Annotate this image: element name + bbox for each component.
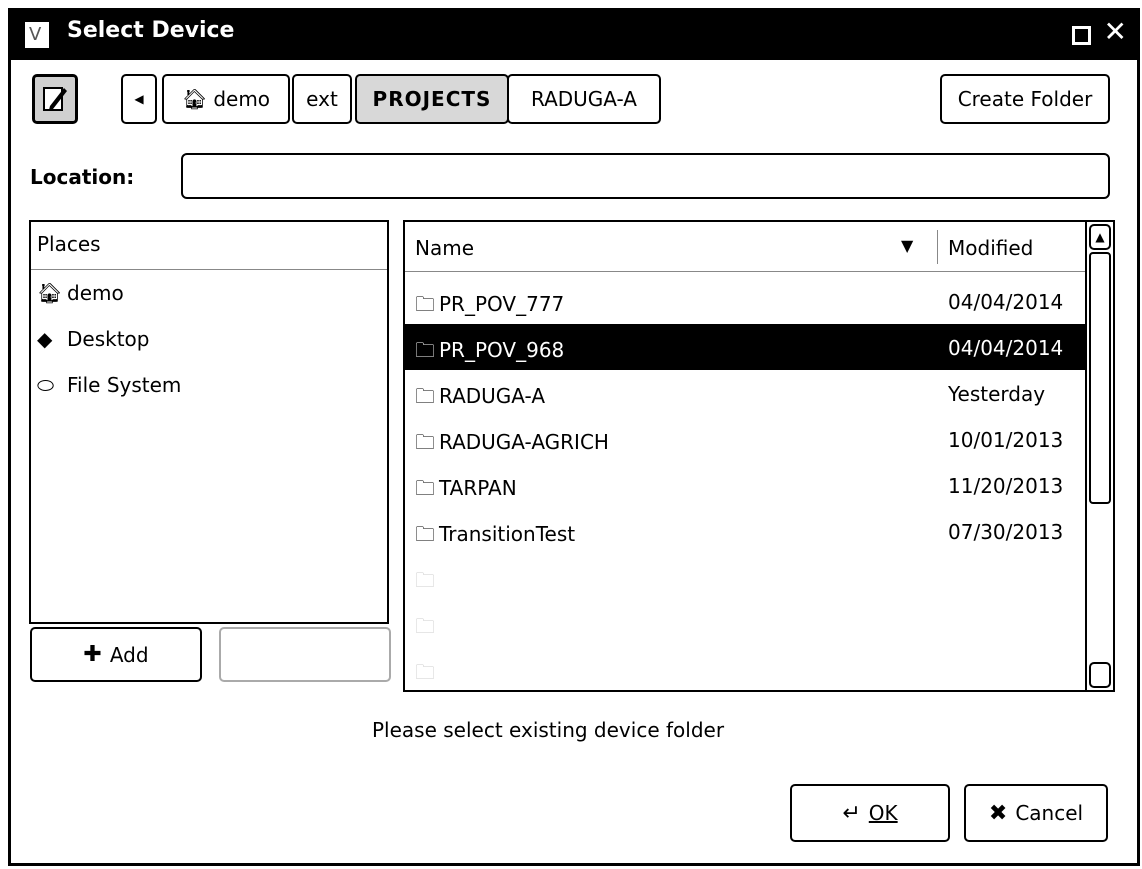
file-modified: 11/20/2013: [948, 474, 1064, 498]
ok-arrow-icon: ↵: [842, 800, 861, 826]
file-row[interactable]: 🗀 RADUGA-A Yesterday: [405, 370, 1085, 416]
places-item-label: demo: [67, 281, 124, 305]
file-name: PR_POV_968: [439, 338, 565, 362]
file-modified: 07/30/2013: [948, 520, 1064, 544]
folder-icon: 🗀: [415, 568, 435, 592]
places-item-label: File System: [67, 373, 182, 397]
file-name: RADUGA-A: [439, 384, 546, 408]
folder-icon: 🗀: [415, 522, 435, 546]
places-panel: Places 🏠︎ demo ◆ Desktop ⬭ File System: [29, 220, 389, 624]
modified-column-header[interactable]: Modified: [948, 236, 1033, 260]
scroll-up-icon[interactable]: ▲: [1089, 224, 1111, 250]
edit-icon: [43, 87, 67, 111]
crumb-label: ext: [306, 87, 338, 111]
crumb-ext[interactable]: ext: [292, 74, 352, 124]
crumb-demo[interactable]: 🏠︎ demo: [162, 74, 290, 124]
file-modified: Yesterday: [948, 382, 1046, 406]
scroll-down-icon[interactable]: [1089, 662, 1111, 688]
places-item-demo[interactable]: 🏠︎ demo: [31, 270, 387, 316]
file-row[interactable]: 🗀 RADUGA-AGRICH 10/01/2013: [405, 416, 1085, 462]
column-separator: [937, 230, 938, 264]
file-row[interactable]: 🗀 TransitionTest 07/30/2013: [405, 508, 1085, 554]
title-bar: V Select Device ✕: [11, 8, 1137, 60]
crumb-label: PROJECTS: [372, 87, 492, 111]
home-icon: 🏠︎: [37, 281, 63, 305]
places-header: Places: [31, 222, 387, 270]
crumb-projects[interactable]: PROJECTS: [355, 74, 509, 124]
location-input[interactable]: [181, 153, 1110, 199]
ok-label: OK: [868, 801, 898, 825]
places-item-label: Desktop: [67, 327, 150, 351]
file-row[interactable]: 🗀 TARPAN 11/20/2013: [405, 462, 1085, 508]
folder-icon: 🗀: [415, 660, 435, 684]
folder-icon: 🗀: [415, 476, 435, 500]
file-modified: 04/04/2014: [948, 336, 1064, 360]
window-title: Select Device: [67, 18, 235, 43]
file-row-selected[interactable]: 🗀 PR_POV_968 04/04/2014: [405, 324, 1085, 370]
crumb-label: RADUGA-A: [530, 87, 637, 111]
cancel-label: Cancel: [1015, 801, 1084, 825]
plus-icon: ✚: [83, 642, 102, 667]
close-icon[interactable]: ✕: [1104, 16, 1127, 48]
file-name: RADUGA-AGRICH: [439, 430, 609, 454]
folder-icon: 🗀: [415, 614, 435, 638]
folder-icon: 🗀: [415, 384, 435, 408]
maximize-icon[interactable]: [1072, 26, 1091, 45]
add-label: Add: [109, 642, 149, 667]
type-location-toggle-button[interactable]: [32, 74, 78, 124]
crumb-label: demo: [213, 87, 271, 111]
files-panel: Name ▼ Modified 🗀 PR_POV_777 04/04/2014 🗀…: [403, 220, 1115, 692]
status-message: Please select existing device folder: [372, 718, 725, 742]
file-modified: 10/01/2013: [948, 428, 1064, 452]
app-icon: V: [25, 22, 49, 48]
sort-descending-icon: ▼: [901, 236, 914, 255]
name-column-header[interactable]: Name: [415, 236, 474, 260]
file-row-obscured[interactable]: 🗀: [405, 554, 1085, 600]
file-modified: 04/04/2014: [948, 290, 1064, 314]
file-row-obscured[interactable]: 🗀: [405, 646, 1085, 690]
add-place-button[interactable]: ✚ Add: [30, 627, 202, 682]
file-name: TARPAN: [439, 476, 517, 500]
places-item-desktop[interactable]: ◆ Desktop: [31, 316, 387, 362]
close-icon: ✖: [988, 800, 1008, 826]
file-name: PR_POV_777: [439, 292, 565, 316]
chevron-left-icon: ◀: [134, 92, 144, 106]
home-icon: 🏠︎: [181, 87, 208, 111]
crumb-raduga-a[interactable]: RADUGA-A: [507, 74, 661, 124]
file-row-obscured[interactable]: 🗀: [405, 600, 1085, 646]
files-header: Name ▼ Modified: [405, 222, 1085, 272]
scroll-thumb[interactable]: [1089, 252, 1111, 504]
folder-icon: 🗀: [415, 292, 435, 316]
ok-button[interactable]: ↵ OK: [790, 784, 950, 842]
file-name: TransitionTest: [439, 522, 576, 546]
file-row[interactable]: 🗀 PR_POV_777 04/04/2014: [405, 278, 1085, 324]
desktop-icon: ◆: [37, 327, 53, 351]
folder-icon: 🗀: [415, 338, 435, 362]
location-label: Location:: [30, 165, 135, 189]
folder-icon: 🗀: [415, 430, 435, 454]
path-back-button[interactable]: ◀: [121, 74, 157, 124]
drive-icon: ⬭: [37, 373, 55, 397]
create-folder-button[interactable]: Create Folder: [940, 74, 1110, 124]
places-item-file-system[interactable]: ⬭ File System: [31, 362, 387, 408]
cancel-button[interactable]: ✖ Cancel: [964, 784, 1108, 842]
remove-place-button: [219, 627, 391, 682]
files-scrollbar[interactable]: ▲: [1085, 222, 1113, 690]
